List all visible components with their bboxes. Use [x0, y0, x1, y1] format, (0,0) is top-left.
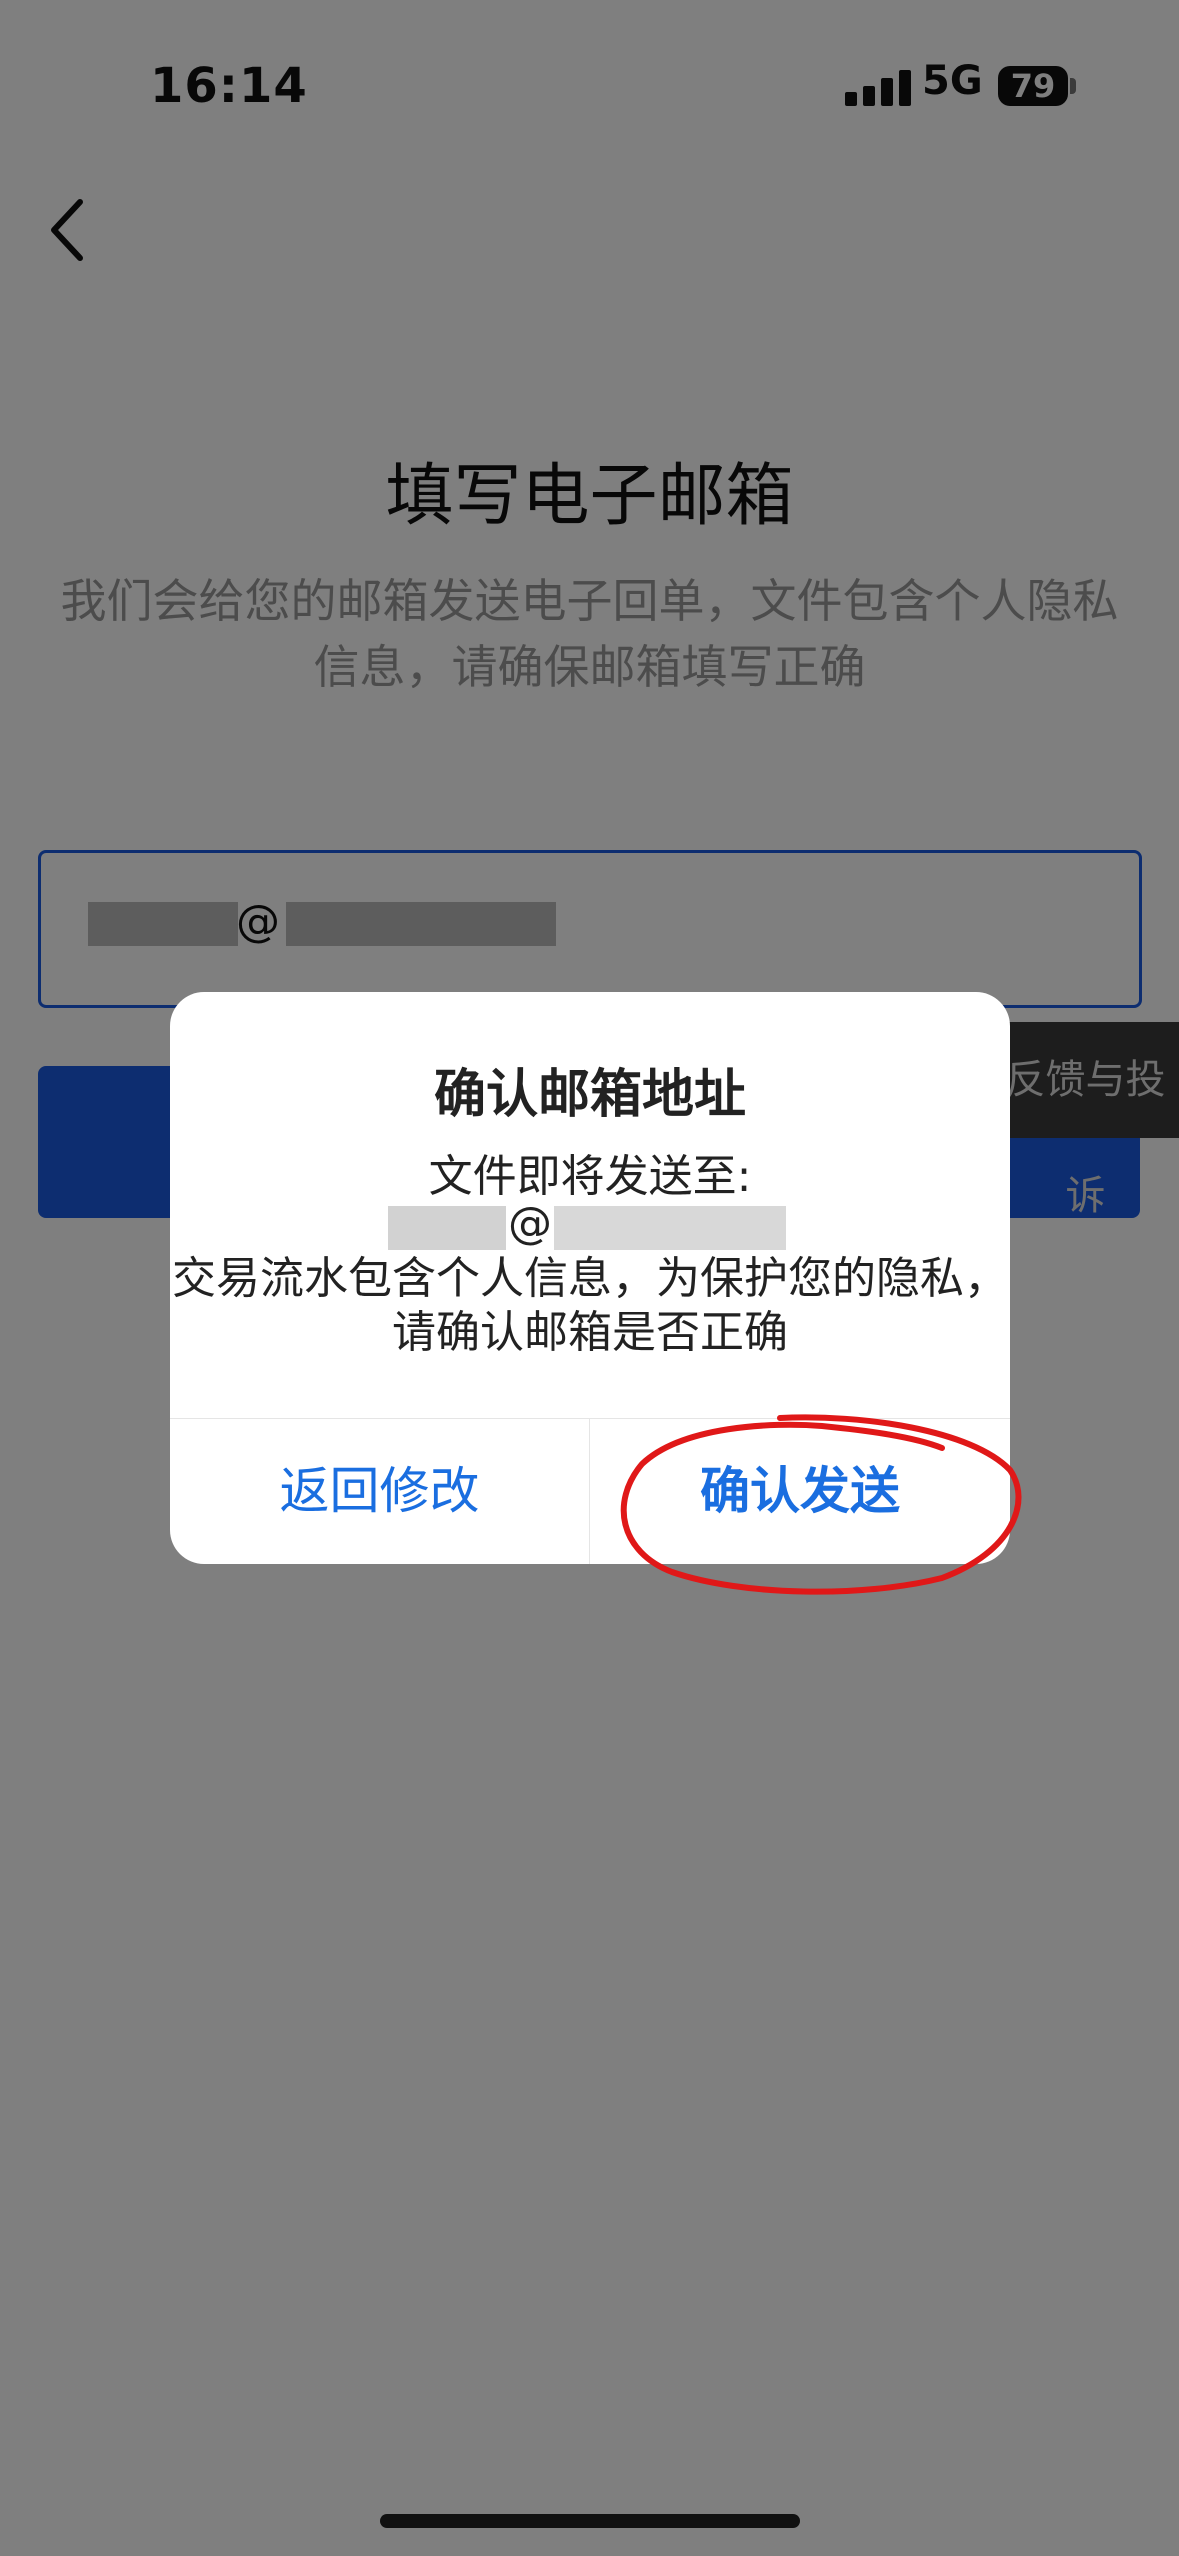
dialog-email-blur-domain [554, 1206, 786, 1250]
dialog-email-blur-local [388, 1206, 506, 1250]
red-circle-annotation [620, 1414, 1022, 1595]
cancel-button[interactable]: 返回修改 [170, 1418, 589, 1564]
home-indicator [380, 2514, 800, 2528]
dialog-email-at-symbol: @ [508, 1198, 552, 1249]
dialog-title: 确认邮箱地址 [433, 1065, 746, 1125]
dialog-privacy-notice: 交易流水包含个人信息，为保护您的隐私，请确认邮箱是否正确 [172, 1253, 1008, 1358]
dialog-line-send-to: 文件即将发送至: [428, 1151, 752, 1202]
